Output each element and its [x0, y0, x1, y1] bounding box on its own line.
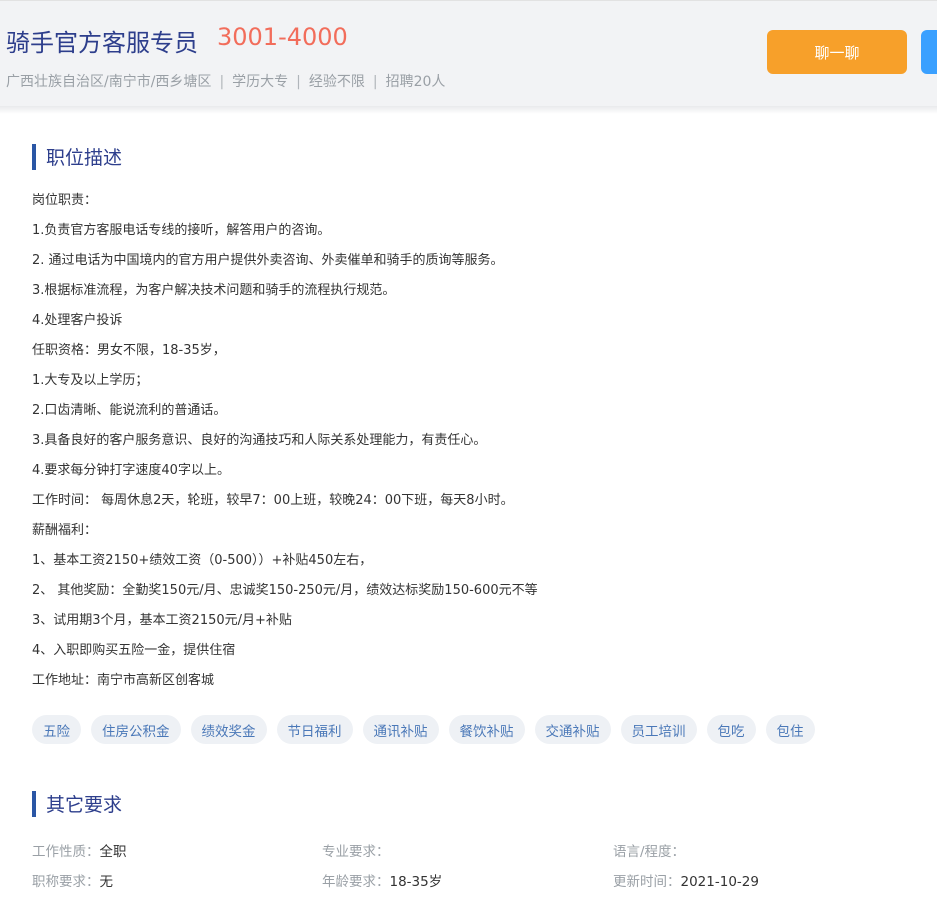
salary-range: 3001-4000: [217, 23, 348, 51]
job-meta: 广西壮族自治区/南宁市/西乡塘区 | 学历大专 | 经验不限 | 招聘20人: [6, 71, 445, 91]
description-line: 工作地址：南宁市高新区创客城: [32, 673, 215, 688]
job-education: 学历大专: [232, 74, 289, 90]
requirement-label: 工作性质：: [32, 844, 100, 860]
description-line: 3.根据标准流程，为客户解决技术问题和骑手的流程执行规范。: [32, 283, 396, 298]
requirements-row: 工作性质：全职 专业要求： 语言/程度：: [32, 840, 912, 860]
requirement-item: 专业要求：: [322, 840, 390, 860]
requirements-row: 职称要求：无 年龄要求：18-35岁 更新时间：2021-10-29: [32, 870, 912, 890]
benefit-tag: 包吃: [706, 715, 756, 744]
description-line: 任职资格：男女不限，18-35岁，: [32, 343, 226, 358]
requirement-value: 无: [99, 874, 114, 890]
heading-accent-bar: [32, 790, 36, 817]
requirement-item: 年龄要求：18-35岁: [322, 870, 442, 890]
benefit-tag: 节日福利: [276, 715, 353, 744]
description-line: 3、试用期3个月，基本工资2150元/月+补贴: [32, 613, 292, 628]
description-line: 1.大专及以上学历；: [32, 373, 149, 388]
description-line: 工作时间： 每周休息2天，轮班，较早7：00上班，较晚24：00下班，每天8小时…: [32, 493, 514, 508]
description-line: 2. 通过电话为中国境内的官方用户提供外卖咨询、外卖催单和骑手的质询等服务。: [32, 253, 504, 268]
benefit-tag: 绩效奖金: [190, 715, 267, 744]
requirement-value: 18-35岁: [389, 874, 443, 890]
requirement-label: 语言/程度：: [613, 844, 686, 860]
requirement-label: 专业要求：: [322, 844, 390, 860]
section-heading-other: 其它要求: [32, 790, 122, 817]
benefit-tags: 五险 住房公积金 绩效奖金 节日福利 通讯补贴 餐饮补贴 交通补贴 员工培训 包…: [32, 715, 815, 744]
benefit-tag: 住房公积金: [91, 715, 181, 744]
requirement-value: 全职: [99, 844, 127, 860]
description-line: 2、 其他奖励：全勤奖150元/月、忠诚奖150-250元/月，绩效达标奖励15…: [32, 583, 538, 598]
description-line: 1.负责官方客服电话专线的接听，解答用户的咨询。: [32, 223, 331, 238]
description-line: 1、基本工资2150+绩效工资（0-500））+补贴450左右，: [32, 553, 373, 568]
requirement-label: 年龄要求：: [322, 874, 390, 890]
section-title: 其它要求: [46, 794, 123, 816]
description-line: 3.具备良好的客户服务意识、良好的沟通技巧和人际关系处理能力，有责任心。: [32, 433, 487, 448]
header-shadow: [0, 106, 937, 114]
section-heading-description: 职位描述: [32, 143, 122, 170]
divider: |: [372, 74, 378, 90]
benefit-tag: 餐饮补贴: [448, 715, 525, 744]
requirement-item: 语言/程度：: [613, 840, 685, 860]
chat-button[interactable]: 聊一聊: [767, 30, 907, 74]
benefit-tag: 五险: [32, 715, 81, 744]
benefit-tag: 员工培训: [620, 715, 697, 744]
description-line: 4、入职即购买五险一金，提供住宿: [32, 643, 236, 658]
benefit-tag: 包住: [765, 715, 815, 744]
description-line: 4.处理客户投诉: [32, 313, 123, 328]
requirement-item: 更新时间：2021-10-29: [613, 870, 759, 890]
job-headcount: 招聘20人: [385, 74, 446, 90]
requirement-value: 2021-10-29: [680, 874, 759, 890]
divider: |: [296, 74, 301, 90]
job-location: 广西壮族自治区/南宁市/西乡塘区: [6, 74, 212, 90]
requirement-item: 职称要求：无: [32, 870, 113, 890]
requirement-label: 职称要求：: [32, 874, 100, 890]
requirement-label: 更新时间：: [613, 874, 681, 890]
apply-button[interactable]: [921, 30, 937, 74]
description-line: 岗位职责：: [32, 193, 98, 208]
description-line: 2.口齿清晰、能说流利的普通话。: [32, 403, 227, 418]
heading-accent-bar: [32, 143, 36, 170]
requirement-item: 工作性质：全职: [32, 840, 127, 860]
description-line: 薪酬福利：: [32, 523, 98, 538]
job-header: 骑手官方客服专员 3001-4000 广西壮族自治区/南宁市/西乡塘区 | 学历大专…: [0, 0, 937, 106]
description-line: 4.要求每分钟打字速度40字以上。: [32, 463, 230, 478]
job-description: 岗位职责： 1.负责官方客服电话专线的接听，解答用户的咨询。 2. 通过电话为中…: [32, 189, 912, 699]
benefit-tag: 交通补贴: [534, 715, 611, 744]
divider: |: [219, 74, 225, 90]
benefit-tag: 通讯补贴: [362, 715, 439, 744]
section-title: 职位描述: [46, 147, 123, 169]
job-title: 骑手官方客服专员: [6, 29, 198, 57]
job-experience: 经验不限: [308, 74, 365, 90]
